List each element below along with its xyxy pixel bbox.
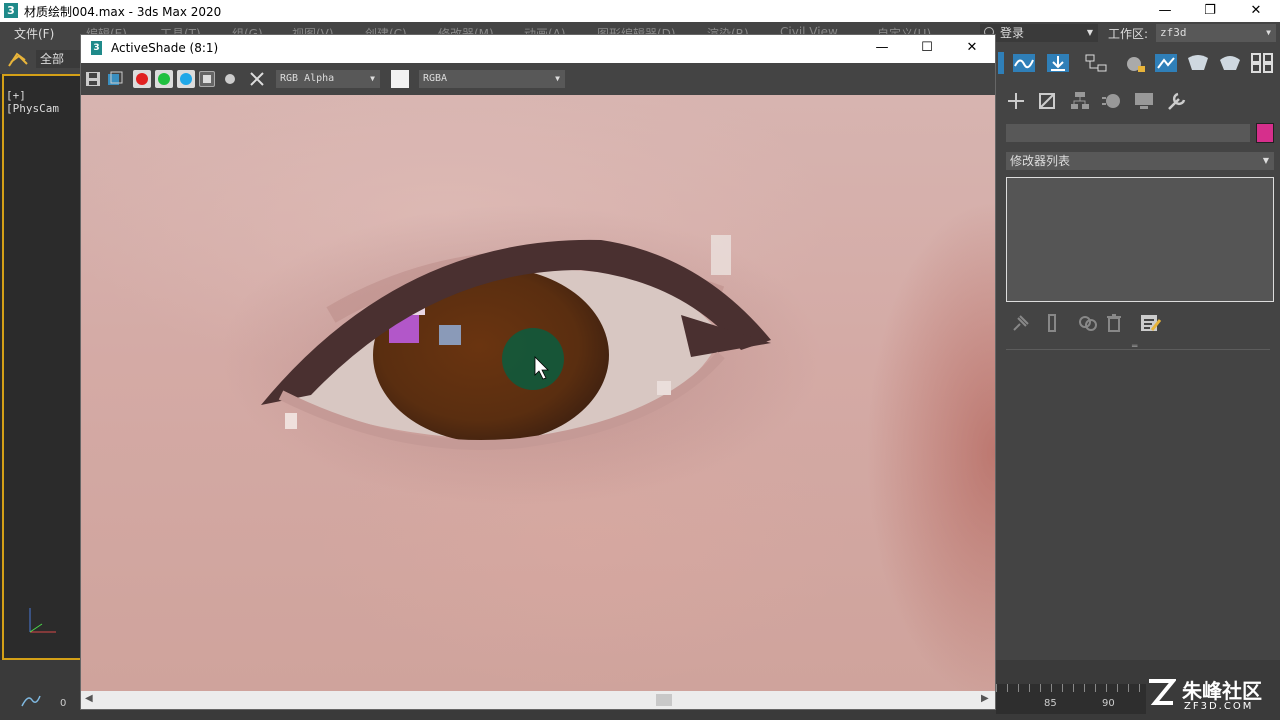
watermark-logo: 朱峰社区 ZF3D.COM (1140, 673, 1280, 717)
hierarchy-tab-icon[interactable] (1068, 90, 1092, 112)
clone-window-icon[interactable] (107, 71, 123, 87)
chevron-down-icon: ▼ (370, 74, 375, 83)
login-dropdown[interactable]: 登录 ▼ (980, 24, 1098, 42)
active-viewport-border (2, 74, 80, 660)
login-label: 登录 (1000, 26, 1025, 40)
close-button[interactable]: ✕ (1233, 0, 1279, 22)
align-icon[interactable] (1046, 52, 1070, 74)
green-channel-toggle[interactable] (155, 70, 173, 88)
3dsmax-app-icon: 3 (91, 41, 102, 55)
motion-tab-icon[interactable] (1100, 90, 1124, 112)
timeline-tick: 90 (1102, 698, 1115, 709)
alpha-channel-toggle[interactable] (199, 71, 215, 87)
red-channel-icon (136, 73, 148, 85)
curve-editor-icon[interactable] (20, 692, 42, 708)
minimize-button[interactable]: — (1142, 0, 1188, 22)
scrollbar-thumb[interactable] (656, 694, 672, 706)
modifier-list-label: 修改器列表 (1010, 154, 1071, 168)
color-mode-value: RGBA (423, 73, 448, 84)
configure-modifier-sets-icon[interactable] (1138, 312, 1162, 334)
chevron-down-icon: ▼ (555, 74, 560, 83)
show-end-result-icon[interactable] (1040, 312, 1064, 334)
panel-divider (1006, 349, 1270, 350)
scroll-left-arrow-icon[interactable]: ◀ (85, 693, 93, 704)
activeshade-title: ActiveShade (8:1) (111, 41, 219, 55)
create-tab-icon[interactable] (1004, 90, 1028, 112)
rollout-grip[interactable]: ═ (1132, 342, 1137, 352)
blue-channel-icon (180, 73, 192, 85)
modify-tab-icon[interactable] (1036, 90, 1060, 112)
alpha-channel-icon (203, 75, 211, 83)
workspace-dropdown[interactable]: zf3d ▼ (1156, 24, 1276, 42)
perspective-viewport[interactable]: [+] [PhysCam (0, 74, 82, 660)
chevron-down-icon: ▼ (1086, 28, 1093, 37)
display-channel-value: RGB Alpha (280, 73, 335, 84)
3dsmax-app-icon[interactable]: 3 (4, 3, 18, 18)
workspace-label: 工作区: (1108, 27, 1149, 41)
timeline-start-frame: 0 (60, 698, 67, 709)
modifier-stack-list[interactable] (1006, 177, 1274, 302)
selection-filter-dropdown[interactable]: 全部 (36, 50, 80, 68)
color-mode-dropdown[interactable]: RGBA ▼ (419, 70, 565, 88)
curve-icon[interactable] (1012, 52, 1036, 74)
viewport-label[interactable]: [+] [PhysCam (6, 89, 81, 115)
watermark-brand: 朱峰社区 (1182, 679, 1262, 703)
main-title-bar: 3 材质绘制004.max - 3ds Max 2020 — ❐ ✕ (0, 0, 1280, 22)
monochrome-toggle-icon[interactable] (225, 74, 235, 84)
activeshade-toolbar: RGB Alpha ▼ RGBA ▼ (81, 63, 995, 95)
render-grid-icon[interactable] (1250, 52, 1274, 74)
toolbar-edge-icon[interactable] (998, 52, 1004, 74)
activeshade-close-button[interactable]: ✕ (949, 37, 995, 59)
activeshade-window[interactable]: 3 ActiveShade (8:1) — ☐ ✕ RGB Alpha ▼ RG… (80, 34, 996, 710)
modifier-list-dropdown[interactable]: 修改器列表 ▼ (1006, 152, 1274, 170)
render-production-icon[interactable] (1218, 52, 1242, 74)
object-color-swatch[interactable] (1256, 123, 1274, 143)
remove-modifier-icon[interactable] (1102, 312, 1126, 334)
display-tab-icon[interactable] (1132, 90, 1156, 112)
timeline-tick: 85 (1044, 698, 1057, 709)
menu-file[interactable]: 文件(F) (14, 25, 54, 42)
zf-logo-icon (1149, 679, 1176, 705)
render-setup-icon[interactable] (1122, 52, 1146, 74)
chevron-down-icon: ▼ (1266, 28, 1271, 37)
scroll-right-arrow-icon[interactable]: ▶ (981, 693, 989, 704)
activeshade-horizontal-scrollbar[interactable]: ◀ ▶ (81, 691, 995, 709)
clear-icon[interactable] (249, 71, 265, 87)
red-channel-toggle[interactable] (133, 70, 151, 88)
blue-channel-toggle[interactable] (177, 70, 195, 88)
display-channel-dropdown[interactable]: RGB Alpha ▼ (276, 70, 380, 88)
schematic-icon[interactable] (1084, 52, 1108, 74)
activeshade-render-area[interactable] (81, 95, 995, 691)
swatch-color-box[interactable] (391, 70, 409, 88)
paint-brush-cursor (502, 328, 564, 390)
green-channel-icon (158, 73, 170, 85)
activeshade-title-bar[interactable]: 3 ActiveShade (8:1) — ☐ ✕ (81, 35, 995, 63)
make-unique-icon[interactable] (1076, 312, 1100, 334)
chevron-down-icon: ▼ (1262, 156, 1269, 165)
rendered-eye-image (221, 205, 821, 505)
command-panel: 修改器列表 ▼ ═ (996, 44, 1280, 660)
watermark-url: ZF3D.COM (1184, 701, 1254, 712)
timeline-ruler[interactable]: 85 90 (996, 684, 1146, 714)
axis-tripod-icon (29, 608, 56, 633)
pin-stack-icon[interactable] (1008, 312, 1032, 334)
object-name-field[interactable] (1006, 124, 1250, 142)
maximize-button[interactable]: ❐ (1187, 0, 1233, 22)
main-toolbar: 全部 (0, 44, 82, 74)
selection-filter-value: 全部 (40, 52, 65, 66)
rendered-frame-icon[interactable] (1154, 52, 1178, 74)
render-icon[interactable] (1186, 52, 1210, 74)
window-title: 材质绘制004.max - 3ds Max 2020 (24, 5, 222, 19)
activeshade-maximize-button[interactable]: ☐ (904, 37, 950, 59)
workspace-value: zf3d (1160, 26, 1187, 39)
save-image-icon[interactable] (85, 71, 101, 87)
undo-history-icon[interactable] (7, 50, 29, 70)
activeshade-minimize-button[interactable]: — (859, 37, 905, 59)
utilities-tab-icon[interactable] (1164, 90, 1188, 112)
